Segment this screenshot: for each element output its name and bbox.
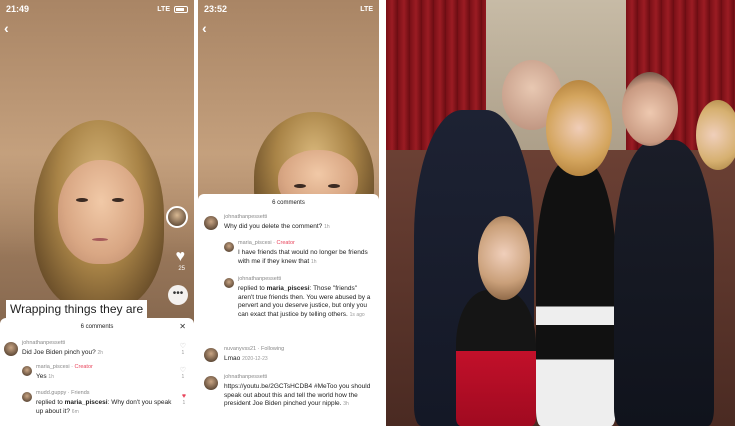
battery-icon: [174, 5, 188, 13]
comments-sheet: 6 comments johnathanpessetti Why did you…: [198, 194, 379, 426]
comment-text: https://youtu.be/2GCTsHCDB4 #MeToo you s…: [224, 383, 371, 407]
person-woman-head: [696, 100, 735, 170]
screenshot-collage: 21:49 LTE ‹ ♥ 25 ••• Wrapping things the…: [0, 0, 735, 426]
status-bar: 21:49 LTE: [6, 3, 188, 15]
status-time: 21:49: [6, 4, 30, 14]
comment-username[interactable]: mudd.guppy · Friends: [36, 390, 90, 396]
comment-username[interactable]: johnathanpessetti: [224, 214, 267, 220]
comment-username[interactable]: maria_piscesi · Creator: [36, 364, 93, 370]
avatar[interactable]: [224, 242, 234, 252]
creator-avatar[interactable]: [166, 206, 188, 228]
comment-like-icon[interactable]: ♡ 1: [180, 343, 186, 357]
event-photo: [386, 0, 735, 426]
network-label: LTE: [157, 5, 170, 13]
person-girl-head: [546, 80, 612, 176]
avatar[interactable]: [224, 278, 234, 288]
comments-count: 6 comments: [80, 324, 114, 330]
person-child-dress: [456, 290, 536, 426]
back-arrow-icon[interactable]: ‹: [4, 20, 9, 36]
status-bar: 23:52 LTE: [204, 3, 373, 15]
close-icon[interactable]: ✕: [179, 322, 186, 331]
comment-text: I have friends that would no longer be f…: [238, 249, 368, 265]
network-label: LTE: [360, 5, 373, 13]
comment-username[interactable]: johnathanpessetti: [238, 276, 281, 282]
comment-text: Lmao 2020-12-23: [224, 355, 268, 362]
comment-text: Yes 1h: [36, 373, 54, 380]
person-child-head: [478, 216, 530, 300]
comment-like-icon[interactable]: ♡ 1: [180, 367, 186, 381]
avatar[interactable]: [22, 392, 32, 402]
comment-username[interactable]: nuvanyvss21 · Following: [224, 346, 284, 352]
video-caption: Wrapping things they are: [6, 300, 148, 318]
comments-sheet: 6 comments ✕ johnathanpessetti Did Joe B…: [0, 318, 194, 426]
avatar[interactable]: [204, 216, 218, 230]
phone-screenshot-2: 23:52 LTE ‹ 6 comments johnathanpessetti…: [198, 0, 379, 426]
creator-badge: Creator: [74, 364, 93, 370]
phone-screenshot-1: 21:49 LTE ‹ ♥ 25 ••• Wrapping things the…: [0, 0, 194, 426]
avatar[interactable]: [204, 376, 218, 390]
comment-text: Why did you delete the comment? 1h: [224, 223, 330, 230]
comments-header: 6 comments ✕: [0, 318, 194, 334]
person-boy-head: [622, 72, 678, 146]
avatar[interactable]: [4, 342, 18, 356]
following-badge: Following: [261, 346, 285, 352]
avatar[interactable]: [22, 366, 32, 376]
comment-text: Did Joe Biden pinch you? 2h: [22, 349, 104, 356]
comment-username[interactable]: maria_piscesi · Creator: [238, 240, 295, 246]
person-girl-dress: [536, 160, 616, 426]
avatar[interactable]: [204, 348, 218, 362]
person-boy-suit: [614, 140, 714, 426]
subject-face: [58, 160, 144, 264]
comment-text: replied to maria_piscesi: Those "friends…: [238, 285, 371, 318]
comment-username[interactable]: johnathanpessetti: [224, 374, 267, 380]
like-count: 25: [178, 266, 185, 272]
comment-text: replied to maria_piscesi: Why don't you …: [36, 399, 172, 415]
back-arrow-icon[interactable]: ‹: [202, 20, 207, 36]
heart-icon[interactable]: ♥: [176, 248, 186, 266]
friends-badge: Friends: [71, 390, 90, 396]
comments-count: 6 comments: [272, 200, 305, 206]
creator-badge: Creator: [276, 240, 295, 246]
status-time: 23:52: [204, 4, 228, 14]
comment-username[interactable]: johnathanpessetti: [22, 340, 65, 346]
comments-header: 6 comments: [198, 194, 379, 210]
more-icon[interactable]: •••: [168, 285, 188, 305]
comment-like-icon[interactable]: ♥ 1: [182, 393, 186, 407]
